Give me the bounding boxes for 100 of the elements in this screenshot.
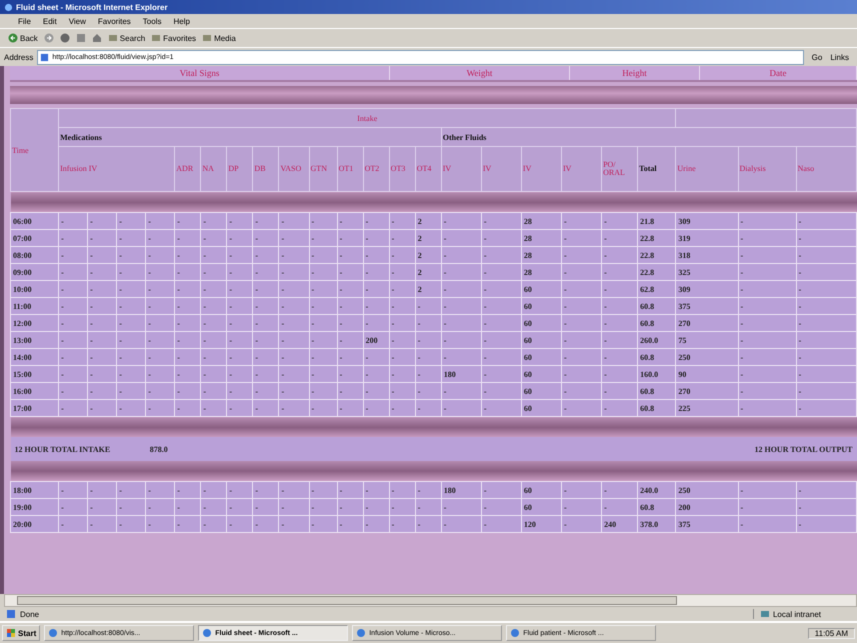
start-button[interactable]: Start (2, 625, 40, 641)
table-cell: - (309, 246, 338, 264)
table-cell: - (116, 400, 146, 416)
table-cell: - (415, 332, 442, 348)
toolbar-button[interactable]: Media (202, 33, 236, 43)
table-cell: - (562, 348, 602, 366)
table-cell: - (226, 366, 253, 382)
table-cell: - (309, 366, 338, 382)
menu-item[interactable]: View (68, 16, 86, 26)
table-cell: - (278, 516, 310, 532)
table-cell: - (278, 314, 310, 332)
table-cell: - (174, 366, 201, 382)
intake-header: Intake (58, 108, 676, 128)
windows-logo-icon (6, 628, 16, 638)
table-cell: 60 (521, 366, 562, 382)
menu-item[interactable]: Favorites (98, 16, 131, 26)
table-cell: - (415, 298, 442, 314)
table-cell: 60.8 (638, 498, 676, 516)
table-cell: - (562, 498, 602, 516)
table-cell: - (441, 314, 482, 332)
table-cell: - (738, 348, 796, 366)
table-cell: - (116, 498, 146, 516)
table-cell: - (363, 498, 390, 516)
output-total-label: 12 HOUR TOTAL OUTPUT (676, 437, 856, 461)
forward-arrow-icon[interactable] (44, 33, 54, 43)
table-cell: - (174, 332, 201, 348)
table-cell: - (309, 482, 338, 498)
table-cell: - (226, 212, 253, 230)
menu-item[interactable]: Edit (42, 16, 57, 26)
table-cell: - (226, 382, 253, 400)
table-cell: - (200, 230, 227, 246)
table-cell: - (278, 400, 310, 416)
table-cell: 2 (415, 264, 442, 280)
table-cell: 60.8 (638, 314, 676, 332)
table-cell: 2 (415, 246, 442, 264)
table-cell: - (146, 400, 175, 416)
table-cell: 60 (521, 314, 562, 332)
table-cell: - (88, 280, 117, 298)
table-cell: - (252, 366, 279, 382)
table-cell: 28 (521, 230, 562, 246)
column-header: NA (200, 146, 227, 192)
table-cell: - (441, 400, 482, 416)
table-cell: - (389, 264, 416, 280)
column-header: ADR (174, 146, 201, 192)
table-cell: - (738, 382, 796, 400)
table-cell: - (738, 516, 796, 532)
table-cell: - (58, 516, 88, 532)
table-cell: - (389, 482, 416, 498)
table-cell: - (796, 212, 856, 230)
table-cell: - (58, 498, 88, 516)
table-cell: - (174, 298, 201, 314)
table-cell: - (796, 332, 856, 348)
table-cell: - (562, 314, 602, 332)
table-cell: - (309, 264, 338, 280)
table-cell: - (200, 482, 227, 498)
table-cell: - (88, 212, 117, 230)
time-cell: 10:00 (10, 280, 59, 298)
menu-item[interactable]: Tools (142, 16, 162, 26)
table-cell: 2 (415, 230, 442, 246)
table-cell: - (441, 348, 482, 366)
table-cell: - (481, 298, 522, 314)
table-cell: - (309, 332, 338, 348)
toolbar-button[interactable]: Search (108, 33, 146, 43)
table-cell: - (602, 212, 638, 230)
go-button[interactable]: Go (808, 52, 826, 62)
table-cell: - (200, 280, 227, 298)
table-cell: - (58, 230, 88, 246)
links-label[interactable]: Links (830, 52, 853, 62)
table-cell: - (337, 498, 364, 516)
time-cell: 09:00 (10, 264, 59, 280)
scrollbar-thumb[interactable] (17, 596, 677, 605)
table-cell: - (363, 516, 390, 532)
table-cell: 21.8 (638, 212, 676, 230)
table-cell: - (337, 332, 364, 348)
home-icon[interactable] (92, 33, 102, 43)
table-cell: - (602, 230, 638, 246)
menu-item[interactable]: Help (173, 16, 190, 26)
table-cell: - (441, 264, 482, 280)
table-cell: - (226, 230, 253, 246)
table-cell: - (174, 212, 201, 230)
table-cell: - (415, 348, 442, 366)
table-cell: - (88, 348, 117, 366)
table-cell: - (278, 382, 310, 400)
toolbar-button[interactable]: Favorites (151, 33, 196, 43)
table-cell: - (58, 482, 88, 498)
table-cell: - (562, 366, 602, 382)
column-header: Total (638, 146, 676, 192)
horizontal-scrollbar[interactable] (4, 594, 857, 607)
back-button[interactable]: Back (8, 33, 38, 43)
table-cell: - (146, 298, 175, 314)
table-cell: 120 (521, 516, 562, 532)
table-cell: - (602, 498, 638, 516)
table-cell: - (146, 264, 175, 280)
table-cell: - (337, 230, 364, 246)
menu-item[interactable]: File (18, 16, 31, 26)
table-cell: - (116, 280, 146, 298)
table-cell: - (602, 298, 638, 314)
table-cell: - (226, 264, 253, 280)
table-cell: - (363, 246, 390, 264)
table-cell: - (481, 482, 522, 498)
